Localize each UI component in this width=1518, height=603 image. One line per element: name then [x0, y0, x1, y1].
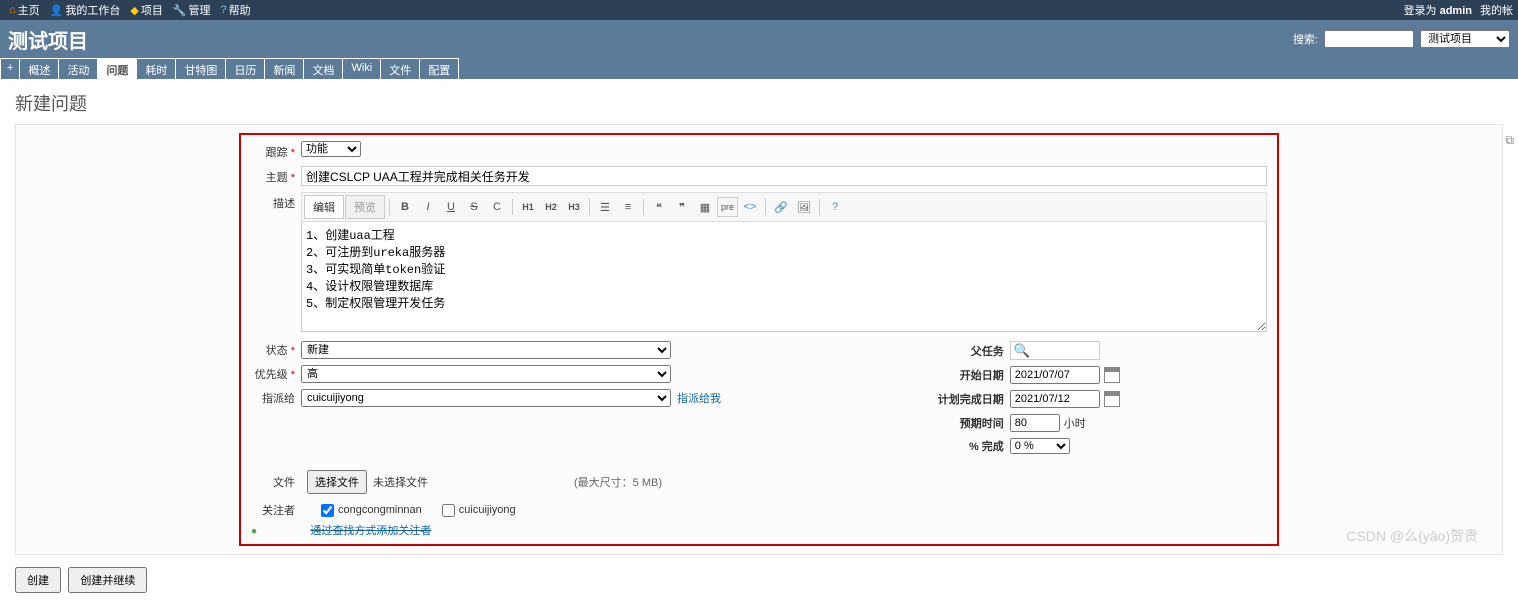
search-label: 搜索:	[1293, 31, 1318, 47]
search-input[interactable]	[1324, 30, 1414, 48]
my-account-link[interactable]: 我的帐	[1480, 2, 1513, 18]
underline-icon[interactable]: U	[440, 197, 462, 217]
bold-icon[interactable]: B	[394, 197, 416, 217]
assignee-select[interactable]: cuicuijiyong	[301, 389, 671, 407]
nav-mypage[interactable]: 👤 我的工作台	[46, 2, 125, 18]
watermark: CSDN @么(yāo)贺贵	[1346, 526, 1478, 546]
parent-task-input[interactable]	[1010, 341, 1100, 360]
watcher-checkbox-2[interactable]: cuicuijiyong	[442, 504, 516, 517]
tab-spent-time[interactable]: 耗时	[136, 58, 176, 79]
strike-icon[interactable]: S	[463, 197, 485, 217]
choose-file-button[interactable]: 选择文件	[307, 470, 367, 494]
pre-icon[interactable]: pre	[717, 197, 738, 217]
edit-tab[interactable]: 编辑	[304, 195, 344, 219]
nav-admin[interactable]: 🔧 管理	[169, 2, 215, 18]
top-nav: ⌂ 主页 👤 我的工作台 ◆ 项目 🔧 管理 ? 帮助	[5, 2, 255, 18]
search-add-watcher-link[interactable]: 通过查找方式添加关注者	[310, 525, 431, 537]
h2-icon[interactable]: H2	[540, 197, 562, 217]
max-size-hint: (最大尺寸：5 MB)	[574, 474, 662, 490]
page-title: 新建问题	[15, 90, 1503, 116]
calendar-icon[interactable]	[1104, 367, 1120, 383]
project-select[interactable]: 测试项目	[1420, 30, 1510, 48]
tab-settings[interactable]: 配置	[419, 58, 459, 79]
help-icon[interactable]: ?	[824, 197, 846, 217]
h3-icon[interactable]: H3	[563, 197, 585, 217]
tab-overview[interactable]: 概述	[19, 58, 59, 79]
create-continue-button[interactable]: 创建并继续	[68, 567, 147, 593]
description-textarea[interactable]: 1、创建uaa工程 2、可注册到ureka服务器 3、可实现简单token验证 …	[301, 222, 1267, 332]
quote-icon[interactable]: ❝	[648, 197, 670, 217]
create-button[interactable]: 创建	[15, 567, 61, 593]
unquote-icon[interactable]: ❞	[671, 197, 693, 217]
table-icon[interactable]: ▦	[694, 197, 716, 217]
tab-activity[interactable]: 活动	[58, 58, 98, 79]
subject-input[interactable]	[301, 166, 1267, 186]
h1-icon[interactable]: H1	[517, 197, 539, 217]
due-date-input[interactable]	[1010, 390, 1100, 408]
done-ratio-select[interactable]: 0 %	[1010, 438, 1070, 454]
tab-files[interactable]: 文件	[380, 58, 420, 79]
code-icon[interactable]: C	[486, 197, 508, 217]
nav-help[interactable]: ? 帮助	[217, 2, 255, 18]
tab-issues[interactable]: 问题	[97, 58, 137, 79]
italic-icon[interactable]: I	[417, 197, 439, 217]
start-date-input[interactable]	[1010, 366, 1100, 384]
calendar-icon[interactable]	[1104, 391, 1120, 407]
form-box: ⧉ 跟踪 * 功能 主题 * 描述 编辑 预览 B I	[15, 124, 1503, 555]
preview-tab[interactable]: 预览	[345, 195, 385, 219]
tab-wiki[interactable]: Wiki	[342, 58, 381, 79]
bullet-icon: ●	[251, 526, 257, 537]
main-tabs: + 概述 活动 问题 耗时 甘特图 日历 新闻 文档 Wiki 文件 配置	[0, 58, 1518, 80]
expand-icon[interactable]: ⧉	[1505, 133, 1514, 148]
estimated-hours-input[interactable]	[1010, 414, 1060, 432]
watcher-checkbox-1[interactable]: congcongminnan	[321, 504, 422, 517]
priority-select[interactable]: 高	[301, 365, 671, 383]
codeblock-icon[interactable]: <>	[739, 197, 761, 217]
nav-projects[interactable]: ◆ 项目	[126, 2, 166, 18]
current-user[interactable]: admin	[1440, 5, 1472, 17]
tab-news[interactable]: 新闻	[264, 58, 304, 79]
nav-home[interactable]: ⌂ 主页	[5, 2, 44, 18]
top-right: 登录为 admin 我的帐	[1404, 2, 1513, 18]
bottom-buttons: 创建 创建并继续	[15, 567, 1503, 593]
tab-new[interactable]: +	[0, 58, 20, 79]
project-title: 测试项目	[8, 25, 88, 54]
top-bar: ⌂ 主页 👤 我的工作台 ◆ 项目 🔧 管理 ? 帮助 登录为 admin 我的…	[0, 0, 1518, 20]
ul-icon[interactable]: ☰	[594, 197, 616, 217]
status-select[interactable]: 新建	[301, 341, 671, 359]
tab-documents[interactable]: 文档	[303, 58, 343, 79]
editor-toolbar: 编辑 预览 B I U S C H1 H2 H3 ☰ ≡	[301, 192, 1267, 222]
link-icon[interactable]: 🔗	[770, 197, 792, 217]
no-file-label: 未选择文件	[373, 474, 428, 490]
tab-calendar[interactable]: 日历	[225, 58, 265, 79]
ol-icon[interactable]: ≡	[617, 197, 639, 217]
header: 测试项目 搜索: 测试项目	[0, 20, 1518, 58]
highlight-box: 跟踪 * 功能 主题 * 描述 编辑 预览 B I U S	[239, 133, 1279, 546]
assign-to-me-link[interactable]: 指派给我	[677, 390, 721, 406]
tracker-select[interactable]: 功能	[301, 141, 361, 157]
image-icon[interactable]: 🖼	[793, 197, 815, 217]
tab-gantt[interactable]: 甘特图	[175, 58, 226, 79]
